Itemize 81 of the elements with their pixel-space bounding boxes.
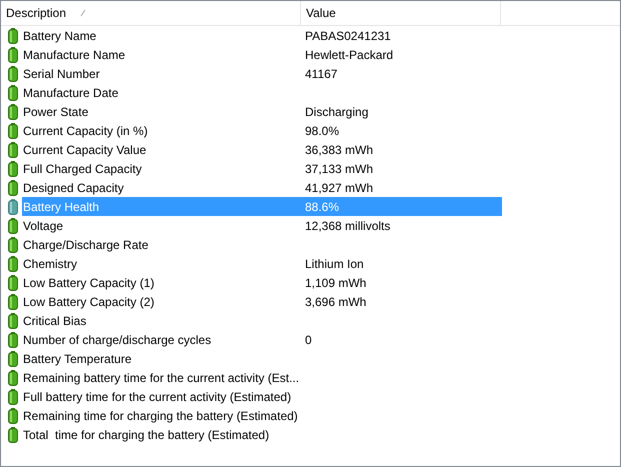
- description-text: Full Charged Capacity: [22, 162, 143, 176]
- value-text: 98.0%: [305, 124, 340, 138]
- column-header[interactable]: Description: [1, 1, 301, 25]
- battery-icon: [8, 104, 18, 120]
- list-row[interactable]: Power State Discharging: [22, 102, 502, 121]
- value-text: Hewlett-Packard: [305, 48, 394, 62]
- list-row[interactable]: Battery Name PABAS0241231: [22, 26, 502, 45]
- value-text: Lithium Ion: [305, 256, 364, 270]
- list-row[interactable]: Chemistry Lithium Ion: [22, 254, 502, 273]
- list-row[interactable]: Designed Capacity 41,927 mWh: [22, 178, 502, 197]
- battery-icon: [8, 294, 18, 310]
- description-text: Battery Health: [22, 200, 100, 214]
- battery-icon: [8, 142, 18, 158]
- battery-icon: [8, 408, 18, 424]
- description-text: Serial Number: [22, 66, 101, 80]
- battery-icon: [8, 180, 18, 196]
- description-text: Power State: [22, 104, 90, 118]
- description-text: Low Battery Capacity (1): [22, 276, 156, 290]
- list-row[interactable]: Voltage 12,368 millivolts: [22, 216, 502, 235]
- description-text: Number of charge/discharge cycles: [22, 332, 212, 346]
- description-text: Battery Name: [22, 28, 98, 42]
- list-row[interactable]: Number of charge/discharge cycles 0: [22, 330, 502, 349]
- battery-icon: [8, 388, 18, 404]
- value-text: 41,927 mWh: [305, 180, 374, 194]
- battery-icon: [8, 198, 18, 214]
- battery-icon: [8, 350, 18, 366]
- list-row[interactable]: Serial Number 41167: [22, 64, 502, 83]
- description-text: Chemistry: [22, 256, 78, 270]
- list-row[interactable]: Low Battery Capacity (1) 1,109 mWh: [22, 273, 502, 292]
- description-text: Manufacture Date: [22, 86, 120, 100]
- battery-icon: [8, 312, 18, 328]
- list-row[interactable]: Full battery time for the current activity (Estimated): [22, 387, 502, 406]
- battery-icon: [8, 332, 18, 348]
- description-text: Designed Capacity: [22, 180, 125, 194]
- list-row[interactable]: Low Battery Capacity (2) 3,696 mWh: [22, 292, 502, 311]
- list-row[interactable]: Manufacture Name Hewlett-Packard: [22, 45, 502, 64]
- value-text: 41167: [305, 66, 338, 80]
- battery-icon: [8, 426, 18, 442]
- value-text: PABAS0241231: [305, 28, 391, 42]
- description-text: Manufacture Name: [22, 48, 126, 62]
- list-row[interactable]: Current Capacity Value 36,383 mWh: [22, 140, 502, 159]
- list-row[interactable]: Remaining battery time for the current activity (Est...: [22, 368, 502, 387]
- battery-icon: [8, 218, 18, 234]
- value-text: 12,368 millivolts: [305, 218, 390, 232]
- description-text: Low Battery Capacity (2): [22, 294, 156, 308]
- description-text: Critical Bias: [22, 314, 88, 328]
- list-row[interactable]: Current Capacity (in %) 98.0%: [22, 121, 502, 140]
- description-text: Current Capacity Value: [22, 142, 148, 156]
- value-text: 1,109 mWh: [305, 276, 366, 290]
- list-row[interactable]: Remaining time for charging the battery (Estimated): [22, 406, 502, 425]
- list-row[interactable]: Total time for charging the battery (Estimated): [22, 425, 502, 444]
- column-header[interactable]: Value: [301, 1, 501, 25]
- value-text: 37,133 mWh: [305, 162, 374, 176]
- battery-icon: [8, 274, 18, 290]
- list-row[interactable]: Battery Temperature: [22, 349, 502, 368]
- battery-icon: [8, 122, 18, 138]
- description-text: Charge/Discharge Rate: [22, 238, 150, 252]
- value-text: 0: [305, 332, 312, 346]
- list-row[interactable]: Full Charged Capacity 37,133 mWh: [22, 159, 502, 178]
- value-text: Discharging: [305, 104, 368, 118]
- battery-icon: [8, 84, 18, 100]
- battery-icon: [8, 66, 18, 82]
- description-text: Current Capacity (in %): [22, 124, 149, 138]
- list-row[interactable]: Charge/Discharge Rate: [22, 235, 502, 254]
- description-text: Total time for charging the battery (Estimated): [22, 428, 270, 442]
- description-text: Full battery time for the current activity (Estimated): [22, 390, 292, 404]
- list-row[interactable]: Critical Bias: [22, 311, 502, 330]
- description-text: Remaining time for charging the battery (Estimated): [22, 408, 299, 422]
- description-text: Battery Temperature: [22, 352, 132, 366]
- battery-icon: [8, 370, 18, 386]
- battery-icon: [8, 236, 18, 252]
- battery-icon: [8, 256, 18, 272]
- value-text: 88.6%: [305, 200, 340, 214]
- list-row[interactable]: Manufacture Date: [22, 83, 502, 102]
- battery-icon: [8, 28, 18, 44]
- description-text: Remaining battery time for the current activity (Est...: [22, 370, 300, 384]
- description-text: Voltage: [22, 218, 64, 232]
- value-text: 36,383 mWh: [305, 142, 374, 156]
- battery-icon: [8, 46, 18, 62]
- battery-icon: [8, 160, 18, 176]
- value-text: 3,696 mWh: [305, 294, 366, 308]
